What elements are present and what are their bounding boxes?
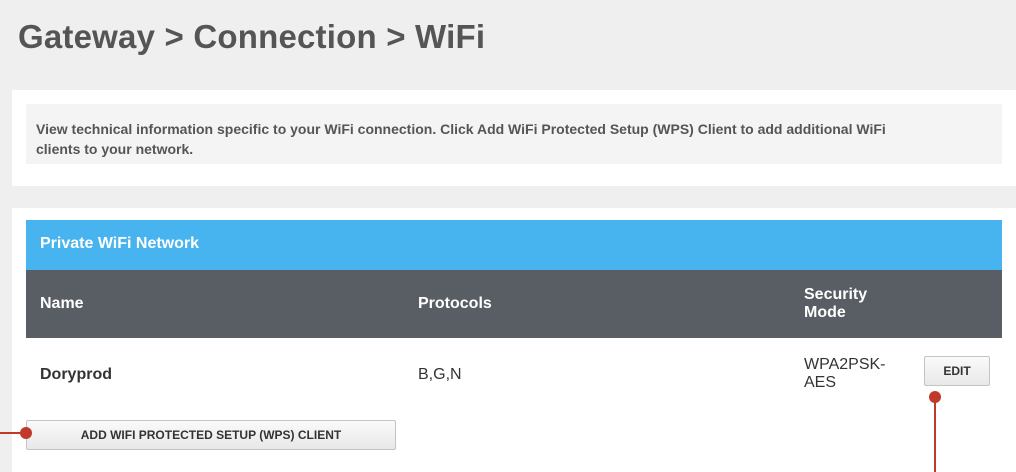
security-mode-cell: WPA2PSK-AES xyxy=(804,356,886,391)
network-section-header: Private WiFi Network xyxy=(26,220,1002,270)
edit-button[interactable]: EDIT xyxy=(924,356,990,386)
callout-line-right xyxy=(934,398,936,472)
intro-text: View technical information specific to y… xyxy=(36,121,886,157)
protocols-cell: B,G,N xyxy=(418,366,462,383)
intro-card: View technical information specific to y… xyxy=(12,90,1016,186)
callout-dot-right xyxy=(929,391,941,403)
table-row: Doryprod B,G,N WPA2PSK-AES EDIT xyxy=(26,338,1002,404)
network-name-cell: Doryprod xyxy=(40,366,112,383)
intro-panel: View technical information specific to y… xyxy=(26,104,1002,164)
column-header-name: Name xyxy=(40,295,84,312)
column-header-protocols: Protocols xyxy=(418,295,492,312)
network-section-title: Private WiFi Network xyxy=(40,235,200,252)
page-title: Gateway > Connection > WiFi xyxy=(18,18,486,55)
add-wps-client-button[interactable]: ADD WIFI PROTECTED SETUP (WPS) CLIENT xyxy=(26,420,396,450)
table-header-row: Name Protocols Security Mode xyxy=(26,270,1002,338)
column-header-security-mode: Security Mode xyxy=(804,286,868,321)
private-wifi-network-card: Private WiFi Network Name Protocols Secu… xyxy=(12,208,1016,472)
callout-dot-left xyxy=(20,427,32,439)
